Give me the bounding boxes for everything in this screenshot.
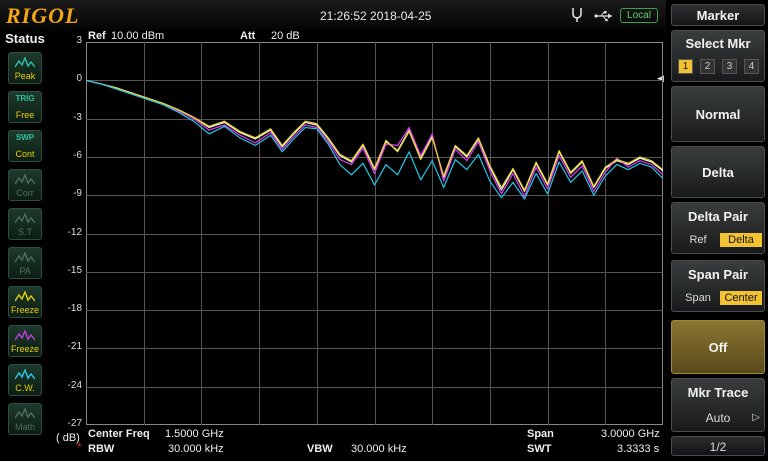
status-button-top: TRIG: [15, 94, 35, 103]
status-button-label: S.T: [17, 227, 32, 237]
status-button-label: Freeze: [10, 344, 39, 354]
trace-1: [86, 79, 663, 192]
y-tick-label: -3: [73, 111, 82, 123]
delta-pair-button[interactable]: Delta Pair Ref Delta: [671, 202, 765, 254]
ref-label: Ref: [88, 30, 106, 42]
trace-2: [86, 79, 663, 198]
waveform-icon: [15, 291, 35, 302]
status-button-label: Cont: [15, 149, 35, 159]
marker-option-4[interactable]: 4: [744, 59, 759, 74]
softkey-menu: Marker Select Mkr 1234 Normal Delta Delt…: [668, 0, 768, 461]
waveform-icon: [15, 369, 35, 380]
center-freq-value: 1.5000 GHz: [165, 428, 224, 440]
y-tick-label: 3: [76, 35, 82, 46]
vbw-label: VBW: [307, 443, 333, 455]
datetime: 21:26:52 2018-04-25: [320, 9, 432, 23]
submenu-arrow-icon: ▷: [752, 412, 760, 423]
menu-title-text: Marker: [696, 8, 740, 23]
y-tick-label: -6: [73, 149, 82, 161]
status-button-corr-3: Corr: [8, 169, 42, 201]
status-button-top: SWP: [15, 133, 35, 142]
status-button-freeze-6: Freeze: [8, 286, 42, 318]
vbw-value: 30.000 kHz: [351, 443, 407, 455]
brand-logo: RIGOL: [6, 3, 80, 28]
trace-4: [86, 79, 663, 200]
status-button-label: Free: [15, 110, 35, 120]
waveform-icon: [15, 213, 35, 224]
waveform-icon: [15, 330, 35, 341]
y-tick-label: 0: [76, 73, 82, 85]
mkr-trace-value: Auto: [705, 411, 731, 425]
marker-option-2[interactable]: 2: [700, 59, 715, 74]
ref-value: 10.00 dBm: [111, 30, 165, 42]
rbw-label: RBW: [88, 443, 115, 455]
status-button-pa-5: PA: [8, 247, 42, 279]
status-button-label: Peak: [14, 71, 36, 81]
status-button-label: Corr: [16, 188, 34, 198]
waveform-icon: [15, 252, 35, 263]
y-tick-label: -27: [67, 418, 82, 429]
y-tick-label: -12: [67, 226, 82, 238]
mkr-trace-button[interactable]: Mkr Trace Auto ▷: [671, 378, 765, 432]
status-button-cont-2: SWP Cont: [8, 130, 42, 162]
usb-icon: [594, 9, 614, 27]
normal-button[interactable]: Normal: [671, 86, 765, 142]
y-tick-label: -18: [67, 303, 82, 315]
mkr-trace-label: Mkr Trace: [687, 385, 749, 400]
normal-label: Normal: [695, 107, 741, 122]
delta-pair-label: Delta Pair: [688, 209, 748, 224]
status-button-free-1: TRIG Free: [8, 91, 42, 123]
off-button[interactable]: Off: [671, 320, 765, 374]
delta-label: Delta: [702, 165, 734, 180]
plot-frame: [86, 42, 663, 425]
y-tick-label: -24: [67, 379, 82, 391]
delta-pair-ref[interactable]: Ref: [677, 233, 719, 247]
swt-label: SWT: [527, 443, 552, 455]
page-text: 1/2: [709, 440, 727, 454]
marker-option-3[interactable]: 3: [722, 59, 737, 74]
y-tick-label: -9: [73, 188, 82, 200]
status-button-freeze-7: Freeze: [8, 325, 42, 357]
span-value: 3.0000 GHz: [601, 428, 660, 440]
y-tick-label: -15: [67, 264, 82, 276]
status-title: Status: [5, 31, 45, 46]
waveform-icon: [15, 408, 35, 419]
status-button-peak-0: Peak: [8, 52, 42, 84]
usb-probe-icon: [570, 7, 584, 28]
waveform-icon: [15, 174, 35, 185]
status-button-label: Math: [14, 422, 35, 432]
rbw-value: 30.000 kHz: [168, 443, 224, 455]
att-label: Att: [240, 30, 256, 42]
menu-title: Marker: [671, 4, 765, 26]
span-pair-button[interactable]: Span Pair Span Center: [671, 260, 765, 312]
rbw-marker-icon: *: [77, 440, 82, 454]
span-pair-span[interactable]: Span: [677, 291, 719, 305]
status-button-label: Freeze: [10, 305, 39, 315]
center-freq-label: Center Freq: [88, 428, 150, 440]
local-badge: Local: [620, 8, 658, 23]
status-button-st-4: S.T: [8, 208, 42, 240]
select-mkr-button[interactable]: Select Mkr 1234: [671, 30, 765, 82]
y-tick-label: -21: [67, 341, 82, 353]
status-button-label: PA: [19, 266, 31, 276]
off-label: Off: [708, 340, 728, 355]
status-button-math-9: Math: [8, 403, 42, 435]
status-button-cw-8: C.W.: [8, 364, 42, 396]
waveform-icon: [15, 57, 35, 68]
delta-button[interactable]: Delta: [671, 146, 765, 198]
att-value: 20 dB: [271, 30, 300, 42]
span-pair-center[interactable]: Center: [720, 291, 762, 305]
select-mkr-label: Select Mkr: [685, 36, 751, 51]
spectrum-plot: [86, 42, 663, 425]
swt-value: 3.3333 s: [617, 443, 660, 455]
delta-pair-delta[interactable]: Delta: [720, 233, 762, 247]
span-pair-label: Span Pair: [688, 267, 748, 282]
status-button-label: C.W.: [15, 383, 35, 393]
marker-option-1[interactable]: 1: [678, 59, 693, 74]
span-label: Span: [527, 428, 554, 440]
page-indicator[interactable]: 1/2: [671, 436, 765, 456]
